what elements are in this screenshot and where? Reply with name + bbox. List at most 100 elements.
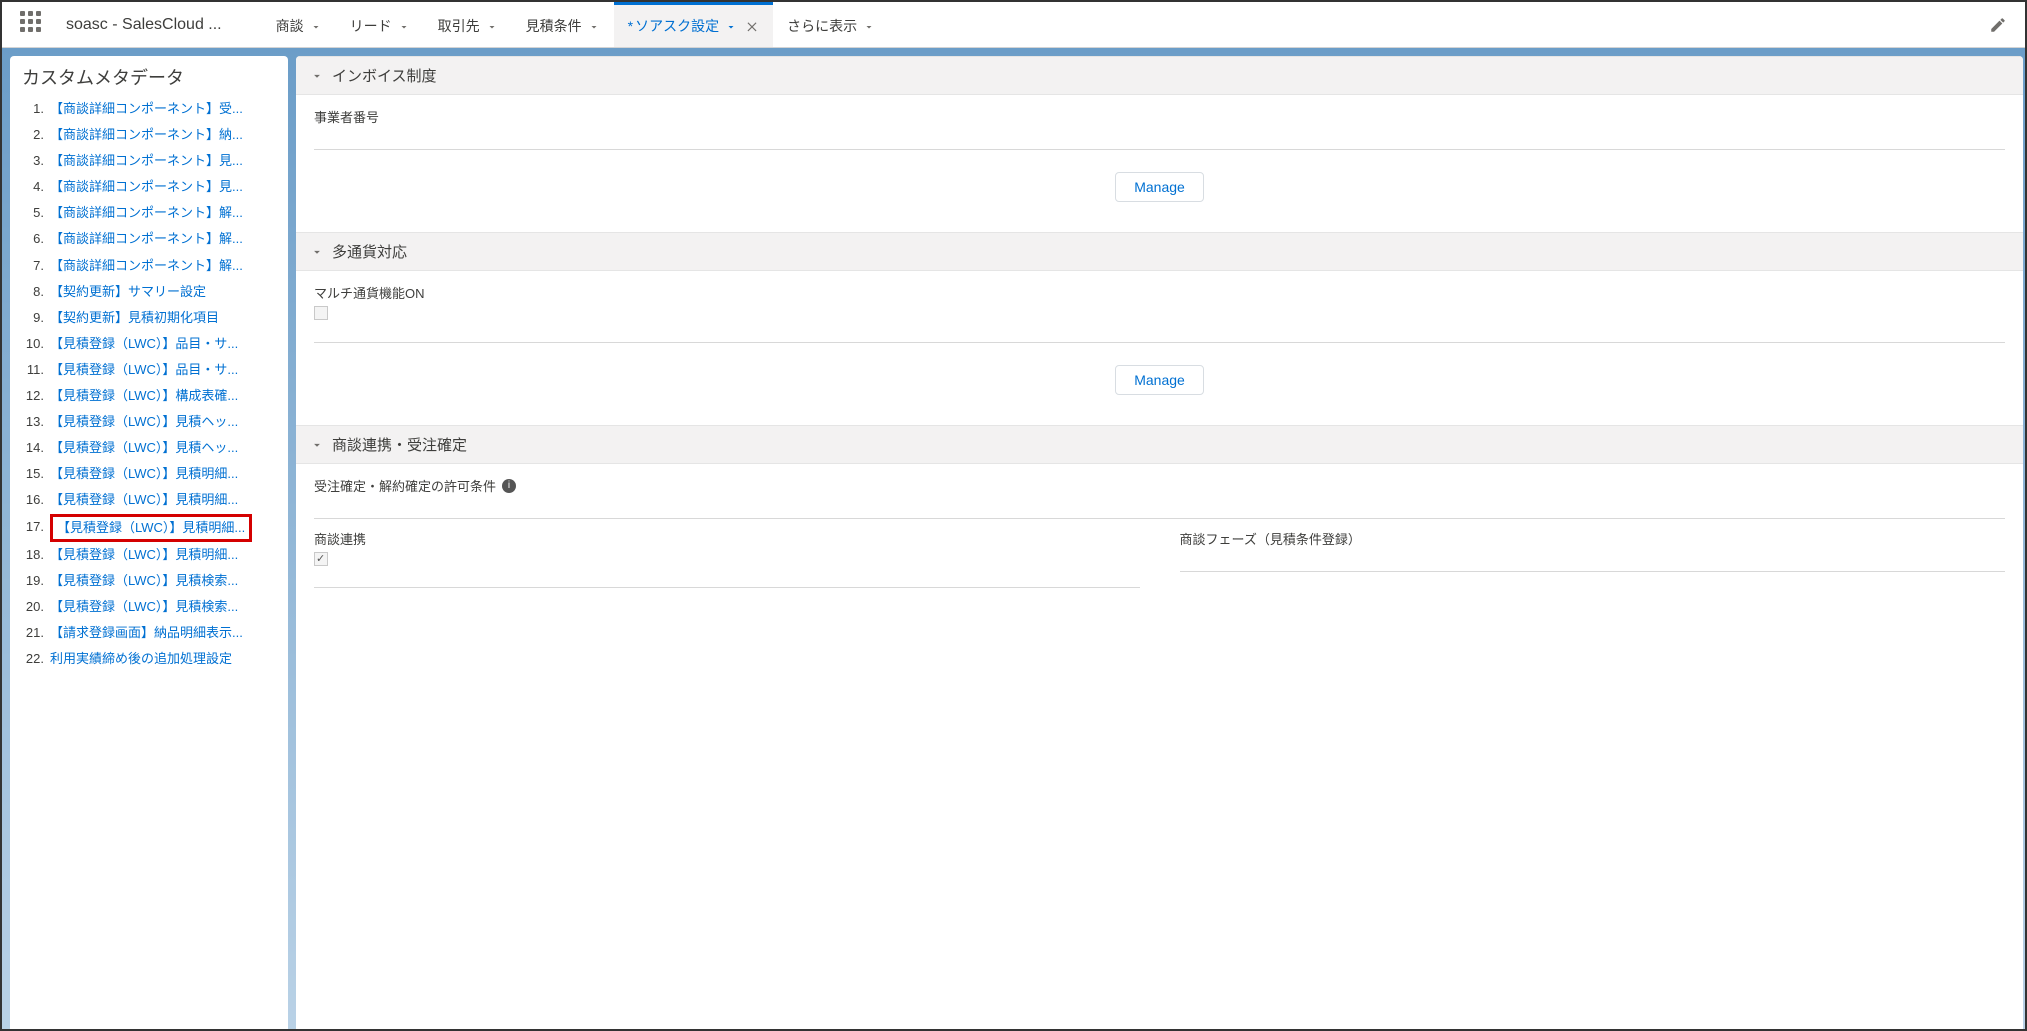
sidebar-item-link[interactable]: 【商談詳細コンポーネント】受... <box>50 98 243 120</box>
chevron-down-icon[interactable] <box>398 20 410 32</box>
sidebar-item-num: 22. <box>20 648 44 670</box>
nav-tab-2[interactable]: 取引先 <box>424 2 512 47</box>
field-value[interactable] <box>314 130 2005 150</box>
sidebar-item[interactable]: 15.【見積登録（LWC）】見積明細... <box>10 461 288 487</box>
close-icon[interactable] <box>745 19 759 33</box>
sidebar-item-link[interactable]: 【商談詳細コンポーネント】解... <box>50 255 243 277</box>
sidebar-item[interactable]: 16.【見積登録（LWC）】見積明細... <box>10 487 288 513</box>
field-label: 事業者番号 <box>314 107 2005 126</box>
sidebar-item-link[interactable]: 【見積登録（LWC）】見積ヘッ... <box>50 411 238 433</box>
nav-tab-label: 見積条件 <box>526 16 582 36</box>
sidebar-item-num: 4. <box>20 176 44 198</box>
sidebar-item-link[interactable]: 【商談詳細コンポーネント】見... <box>50 176 243 198</box>
nav-tab-5[interactable]: さらに表示 <box>773 2 889 47</box>
field: 商談フェーズ（見積条件登録） <box>1180 529 2006 588</box>
sidebar-item[interactable]: 9. 【契約更新】見積初期化項目 <box>10 305 288 331</box>
sidebar-item-num: 7. <box>20 255 44 277</box>
section-body: 事業者番号 Manage <box>296 95 2023 232</box>
sidebar-item-link[interactable]: 【見積登録（LWC）】品目・サ... <box>50 333 238 355</box>
sidebar-item-num: 10. <box>20 333 44 355</box>
nav-tab-label: さらに表示 <box>787 16 857 36</box>
sidebar-item-link[interactable]: 【契約更新】サマリー設定 <box>50 281 206 303</box>
nav-tab-1[interactable]: リード <box>336 2 424 47</box>
sidebar-item[interactable]: 20.【見積登録（LWC）】見積検索... <box>10 594 288 620</box>
sidebar: カスタムメタデータ 1.【商談詳細コンポーネント】受...2.【商談詳細コンポー… <box>10 56 288 1029</box>
sidebar-item-link[interactable]: 【商談詳細コンポーネント】見... <box>50 150 243 172</box>
sidebar-item-num: 18. <box>20 544 44 566</box>
info-icon[interactable]: i <box>502 479 516 493</box>
sidebar-item[interactable]: 18. 【見積登録（LWC）】見積明細... <box>10 542 288 568</box>
section-body: 受注確定・解約確定の許可条件i商談連携商談フェーズ（見積条件登録） <box>296 464 2023 610</box>
checkbox[interactable] <box>314 306 328 320</box>
sidebar-item[interactable]: 8.【契約更新】サマリー設定 <box>10 279 288 305</box>
sidebar-item[interactable]: 19. 【見積登録（LWC）】見積検索... <box>10 568 288 594</box>
sidebar-item[interactable]: 13. 【見積登録（LWC）】見積ヘッ... <box>10 409 288 435</box>
sidebar-item-link[interactable]: 【見積登録（LWC）】構成表確... <box>50 385 238 407</box>
sidebar-item-link[interactable]: 【見積登録（LWC）】見積明細... <box>50 489 238 511</box>
sidebar-item[interactable]: 4. 【商談詳細コンポーネント】見... <box>10 174 288 200</box>
sidebar-item-link[interactable]: 【請求登録画面】納品明細表示... <box>50 622 243 644</box>
sidebar-item[interactable]: 17.【見積登録（LWC）】見積明細... <box>10 514 288 542</box>
sidebar-item-link[interactable]: 【商談詳細コンポーネント】解... <box>50 202 243 224</box>
chevron-down-icon[interactable] <box>588 20 600 32</box>
nav-tab-3[interactable]: 見積条件 <box>512 2 614 47</box>
sidebar-item-num: 19. <box>20 570 44 592</box>
sidebar-item[interactable]: 12.【見積登録（LWC）】構成表確... <box>10 383 288 409</box>
section-body: マルチ通貨機能ON Manage <box>296 271 2023 425</box>
sidebar-item-num: 9. <box>20 307 44 329</box>
field: 受注確定・解約確定の許可条件i <box>314 476 2005 519</box>
sidebar-item[interactable]: 6.【商談詳細コンポーネント】解... <box>10 226 288 252</box>
sidebar-item[interactable]: 22. 利用実績締め後の追加処理設定 <box>10 646 288 672</box>
nav-tab-0[interactable]: 商談 <box>262 2 336 47</box>
chevron-down-icon[interactable] <box>486 20 498 32</box>
sidebar-item[interactable]: 5.【商談詳細コンポーネント】解... <box>10 200 288 226</box>
manage-button[interactable]: Manage <box>1115 172 1204 202</box>
main-panel[interactable]: インボイス制度事業者番号 Manage 多通貨対応マルチ通貨機能ON Manage 商談… <box>296 56 2023 1029</box>
sidebar-item-num: 2. <box>20 124 44 146</box>
field-value[interactable] <box>1180 552 2006 572</box>
nav-tab-4[interactable]: ソアスク設定 <box>614 2 773 47</box>
chevron-down-icon[interactable] <box>725 20 737 32</box>
checkbox[interactable] <box>314 552 328 566</box>
section-title: インボイス制度 <box>332 65 437 86</box>
sidebar-list[interactable]: 1.【商談詳細コンポーネント】受...2.【商談詳細コンポーネント】納...3.… <box>10 96 288 1029</box>
sidebar-item-link[interactable]: 利用実績締め後の追加処理設定 <box>50 648 232 670</box>
field-label: マルチ通貨機能ON <box>314 283 2005 302</box>
sidebar-item-link[interactable]: 【見積登録（LWC）】見積明細... <box>50 544 238 566</box>
sidebar-item-link[interactable]: 【見積登録（LWC）】見積明細... <box>50 463 238 485</box>
sidebar-item-link[interactable]: 【商談詳細コンポーネント】解... <box>50 228 243 250</box>
sidebar-item[interactable]: 10. 【見積登録（LWC）】品目・サ... <box>10 331 288 357</box>
section-header[interactable]: インボイス制度 <box>296 56 2023 95</box>
sidebar-item-link[interactable]: 【契約更新】見積初期化項目 <box>50 307 219 329</box>
field-label: 受注確定・解約確定の許可条件i <box>314 476 2005 495</box>
section-title: 商談連携・受注確定 <box>332 434 467 455</box>
manage-button[interactable]: Manage <box>1115 365 1204 395</box>
nav-tab-label: 取引先 <box>438 16 480 36</box>
sidebar-item[interactable]: 7. 【商談詳細コンポーネント】解... <box>10 253 288 279</box>
sidebar-item[interactable]: 2. 【商談詳細コンポーネント】納... <box>10 122 288 148</box>
sidebar-item-link[interactable]: 【見積登録（LWC）】見積ヘッ... <box>50 437 238 459</box>
chevron-down-icon[interactable] <box>863 20 875 32</box>
sidebar-item-link[interactable]: 【見積登録（LWC）】見積検索... <box>50 596 238 618</box>
sidebar-item-link[interactable]: 【見積登録（LWC）】見積検索... <box>50 570 238 592</box>
sidebar-item[interactable]: 14. 【見積登録（LWC）】見積ヘッ... <box>10 435 288 461</box>
sidebar-item-link[interactable]: 【商談詳細コンポーネント】納... <box>50 124 243 146</box>
section-header[interactable]: 多通貨対応 <box>296 232 2023 271</box>
sidebar-item-num: 21. <box>20 622 44 644</box>
sidebar-item[interactable]: 21. 【請求登録画面】納品明細表示... <box>10 620 288 646</box>
sidebar-item-link[interactable]: 【見積登録（LWC）】見積明細... <box>50 514 252 542</box>
section-title: 多通貨対応 <box>332 241 407 262</box>
sidebar-item-num: 13. <box>20 411 44 433</box>
field: 事業者番号 <box>314 107 2005 150</box>
chevron-down-icon[interactable] <box>310 20 322 32</box>
sidebar-item-link[interactable]: 【見積登録（LWC）】品目・サ... <box>50 359 238 381</box>
sidebar-item-num: 14. <box>20 437 44 459</box>
field-value[interactable] <box>314 499 2005 519</box>
section-header[interactable]: 商談連携・受注確定 <box>296 425 2023 464</box>
sidebar-item[interactable]: 3. 【商談詳細コンポーネント】見... <box>10 148 288 174</box>
edit-icon[interactable] <box>1989 16 2007 34</box>
sidebar-item[interactable]: 11.【見積登録（LWC）】品目・サ... <box>10 357 288 383</box>
app-launcher-icon[interactable] <box>20 11 48 39</box>
sidebar-item[interactable]: 1.【商談詳細コンポーネント】受... <box>10 96 288 122</box>
sidebar-item-num: 3. <box>20 150 44 172</box>
